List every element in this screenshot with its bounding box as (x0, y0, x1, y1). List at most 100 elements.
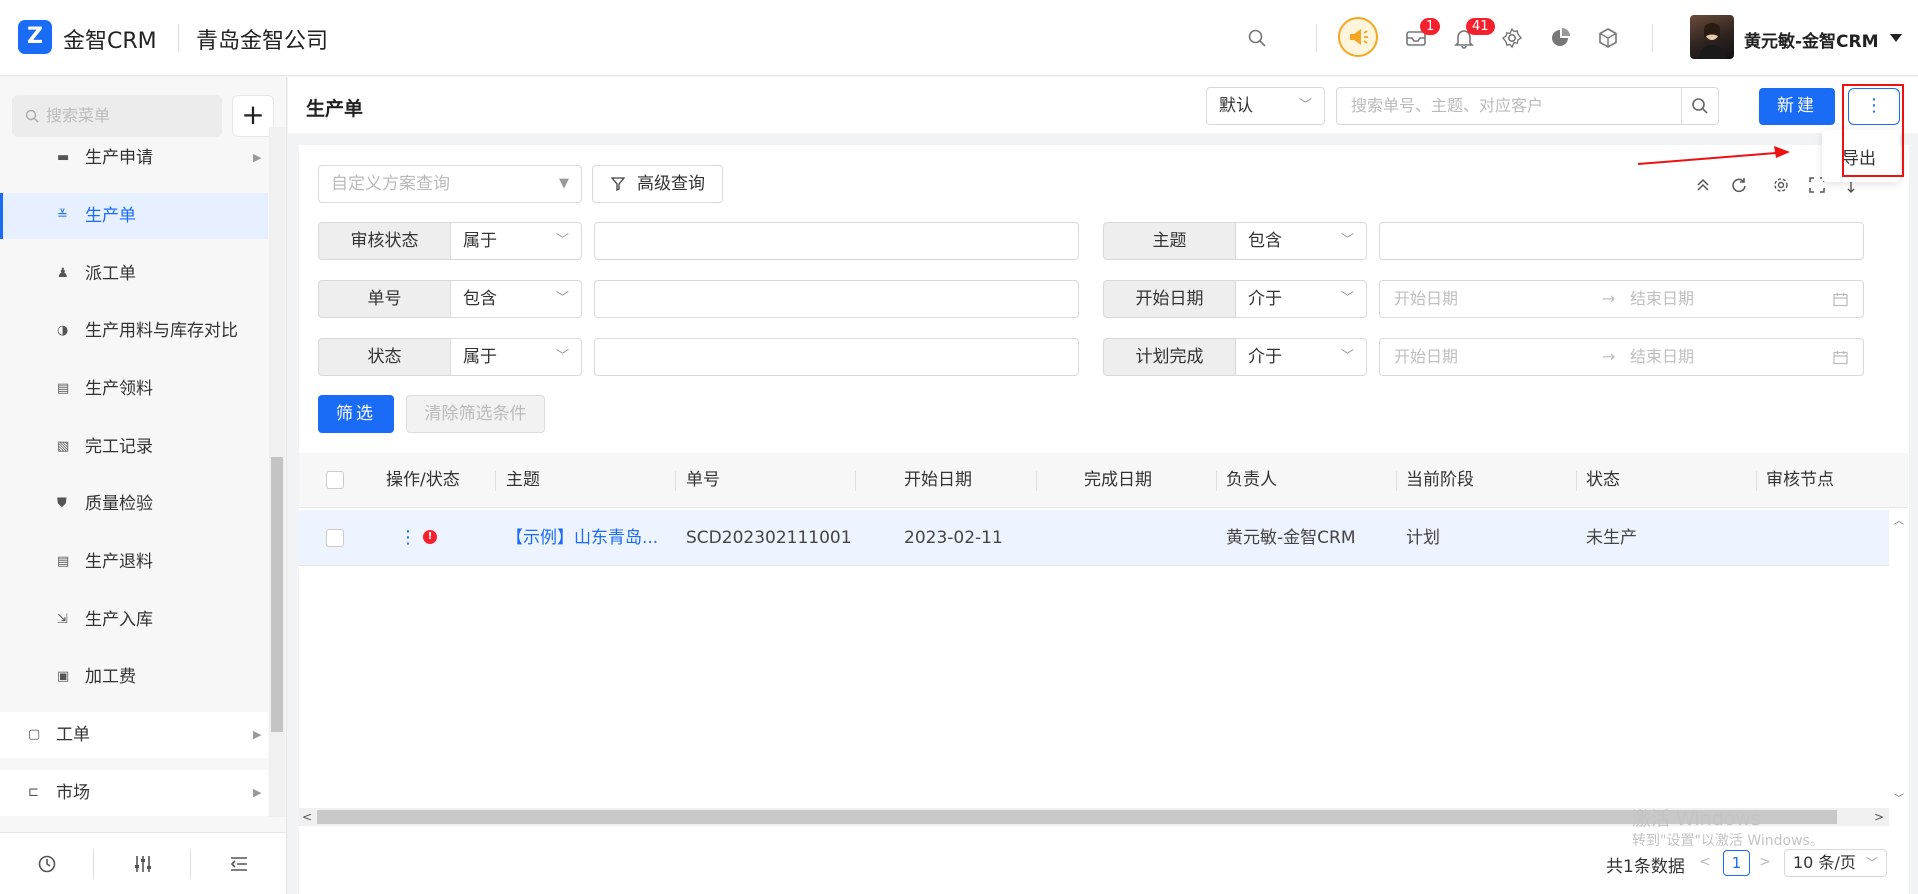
chevron-right-icon: ▶ (253, 728, 262, 741)
collapse-menu-icon[interactable] (228, 853, 250, 875)
search-icon[interactable] (1245, 26, 1269, 50)
filter-value-number[interactable] (594, 280, 1079, 318)
sidebar-item-processing-fee[interactable]: ▣ 加工费 (0, 654, 268, 700)
new-button[interactable]: 新建 (1759, 88, 1835, 125)
column-header[interactable]: 审核节点 (1766, 453, 1834, 508)
column-header[interactable]: 开始日期 (904, 453, 972, 508)
scroll-down-icon[interactable]: ﹀ (1894, 790, 1904, 805)
sidebar-item-material-pick[interactable]: ▤ 生产领料 (0, 366, 268, 412)
column-header[interactable]: 完成日期 (1084, 453, 1152, 508)
scroll-right-icon[interactable]: > (1874, 808, 1884, 826)
avatar[interactable] (1690, 15, 1734, 59)
edit-icon: ▧ (57, 439, 70, 454)
user-name[interactable]: 黄元敏-金智CRM (1744, 27, 1879, 52)
announcement-icon[interactable] (1338, 17, 1378, 57)
row-stage: 计划 (1406, 528, 1440, 548)
document-icon: ▤ (57, 381, 70, 396)
page-title: 生产单 (306, 98, 364, 120)
sidebar-item-completion[interactable]: ▧ 完工记录 (0, 424, 268, 470)
menu-search-input[interactable]: 搜索菜单 (12, 95, 222, 137)
top-bar: Z 金智CRM 青岛金智公司 1 41 黄元敏-金智CRM (0, 0, 1918, 76)
sidebar-item-ticket[interactable]: ▢ 工单 ▶ (0, 712, 268, 758)
column-header[interactable]: 主题 (506, 453, 540, 508)
calendar-icon (1833, 351, 1848, 365)
sidebar-item-production-order[interactable]: ≚ 生产单 (0, 193, 268, 239)
filter-op-topic[interactable]: 包含 ﹀ (1236, 222, 1367, 260)
filter-op-number[interactable]: 包含 ﹀ (451, 280, 582, 318)
row-topic-link[interactable]: 【示例】山东青岛... (506, 510, 658, 566)
scroll-left-icon[interactable]: < (302, 808, 312, 826)
filter-value-audit-status[interactable] (594, 222, 1079, 260)
clear-filter-button[interactable]: 清除筛选条件 (406, 395, 545, 433)
scheme-select[interactable]: 自定义方案查询 ▼ (318, 165, 582, 203)
company-name[interactable]: 青岛金智公司 (196, 23, 328, 55)
chevron-down-icon: ﹀ (1340, 233, 1354, 248)
select-all-checkbox[interactable] (326, 471, 344, 489)
contrast-icon: ◑ (57, 323, 69, 338)
cube-icon[interactable] (1596, 26, 1620, 50)
caret-down-icon: ▼ (559, 176, 569, 191)
prev-page-icon[interactable]: < (1692, 850, 1718, 876)
pie-chart-icon[interactable] (1548, 26, 1572, 50)
sidebar-item-market[interactable]: ⊏ 市场 ▶ (0, 770, 268, 816)
row-number: SCD202302111001 (686, 528, 852, 548)
chevron-down-icon: ﹀ (1340, 349, 1354, 364)
filter-op-status[interactable]: 属于 ﹀ (451, 338, 582, 376)
filter-label-plan-finish: 计划完成 (1103, 338, 1236, 376)
scrollbar-thumb[interactable] (317, 810, 1837, 824)
sidebar-item-material-compare[interactable]: ◑ 生产用料与库存对比 (0, 308, 268, 354)
advanced-query-button[interactable]: 高级查询 (592, 165, 723, 203)
caret-down-icon[interactable] (1888, 30, 1904, 46)
divider (93, 849, 94, 879)
gear-icon[interactable] (1500, 26, 1524, 50)
scrollbar-thumb[interactable] (271, 457, 283, 732)
date-range-plan-finish[interactable]: 开始日期 → 结束日期 (1379, 338, 1864, 376)
view-select[interactable]: 默认 ﹀ (1206, 87, 1325, 125)
app-name: 金智CRM (63, 29, 157, 54)
column-header[interactable]: 单号 (686, 453, 720, 508)
column-header[interactable]: 当前阶段 (1406, 453, 1474, 508)
money-icon: ▣ (57, 669, 70, 684)
filter-value-status[interactable] (594, 338, 1079, 376)
filter-op-plan-finish[interactable]: 介于 ﹀ (1236, 338, 1367, 376)
column-header[interactable]: 状态 (1586, 453, 1620, 508)
chevron-down-icon: ﹀ (555, 349, 569, 364)
sidebar-scrollbar[interactable] (269, 127, 285, 817)
app-logo[interactable]: Z (18, 20, 52, 54)
scroll-up-icon[interactable]: ︿ (1894, 512, 1904, 527)
flag-icon: ⊏ (28, 785, 39, 800)
refresh-icon[interactable] (1728, 174, 1750, 196)
arrow-right-icon: → (1602, 347, 1616, 366)
column-header[interactable]: 负责人 (1226, 453, 1277, 508)
collapse-up-icon[interactable] (1692, 174, 1714, 196)
filter-button[interactable]: 筛选 (318, 395, 394, 433)
filter-op-start-date[interactable]: 介于 ﹀ (1236, 280, 1367, 318)
sidebar-item-production-request[interactable]: ▬ 生产申请 ▶ (0, 135, 268, 181)
date-range-start-date[interactable]: 开始日期 → 结束日期 (1379, 280, 1864, 318)
filter-op-audit-status[interactable]: 属于 ﹀ (451, 222, 582, 260)
filter-value-topic[interactable] (1379, 222, 1864, 260)
bell-badge: 41 (1466, 18, 1495, 35)
table-vertical-scrollbar[interactable]: ︿ ﹀ (1890, 510, 1908, 808)
search-input[interactable]: 搜索单号、主题、对应客户 (1336, 87, 1682, 125)
search-button[interactable] (1681, 87, 1719, 125)
table-row[interactable]: ⋮ ! 【示例】山东青岛... SCD202302111001 2023-02-… (299, 510, 1889, 566)
pager-total: 共1条数据 (1606, 857, 1685, 877)
sidebar-item-dispatch[interactable]: ♟ 派工单 (0, 251, 268, 297)
add-menu-button[interactable]: + (232, 95, 274, 137)
row-checkbox[interactable] (326, 529, 344, 547)
next-page-icon[interactable]: > (1752, 850, 1778, 876)
chevron-down-icon: ﹀ (1865, 856, 1878, 870)
sidebar-item-stock-in[interactable]: ⇲ 生产入库 (0, 597, 268, 643)
page-size-select[interactable]: 10 条/页 ﹀ (1784, 849, 1887, 877)
sidebar-item-material-return[interactable]: ▤ 生产退料 (0, 539, 268, 585)
row-actions-icon[interactable]: ⋮ (399, 510, 417, 566)
pager-current-page[interactable]: 1 (1723, 850, 1750, 876)
sidebar-item-quality[interactable]: ⛊ 质量检验 (0, 481, 268, 527)
gear-icon[interactable] (1770, 174, 1792, 196)
chevron-down-icon: ﹀ (555, 233, 569, 248)
warning-icon: ! (423, 530, 437, 544)
settings-sliders-icon[interactable] (132, 853, 154, 875)
history-icon[interactable] (36, 853, 58, 875)
document-icon: ▤ (57, 554, 70, 569)
